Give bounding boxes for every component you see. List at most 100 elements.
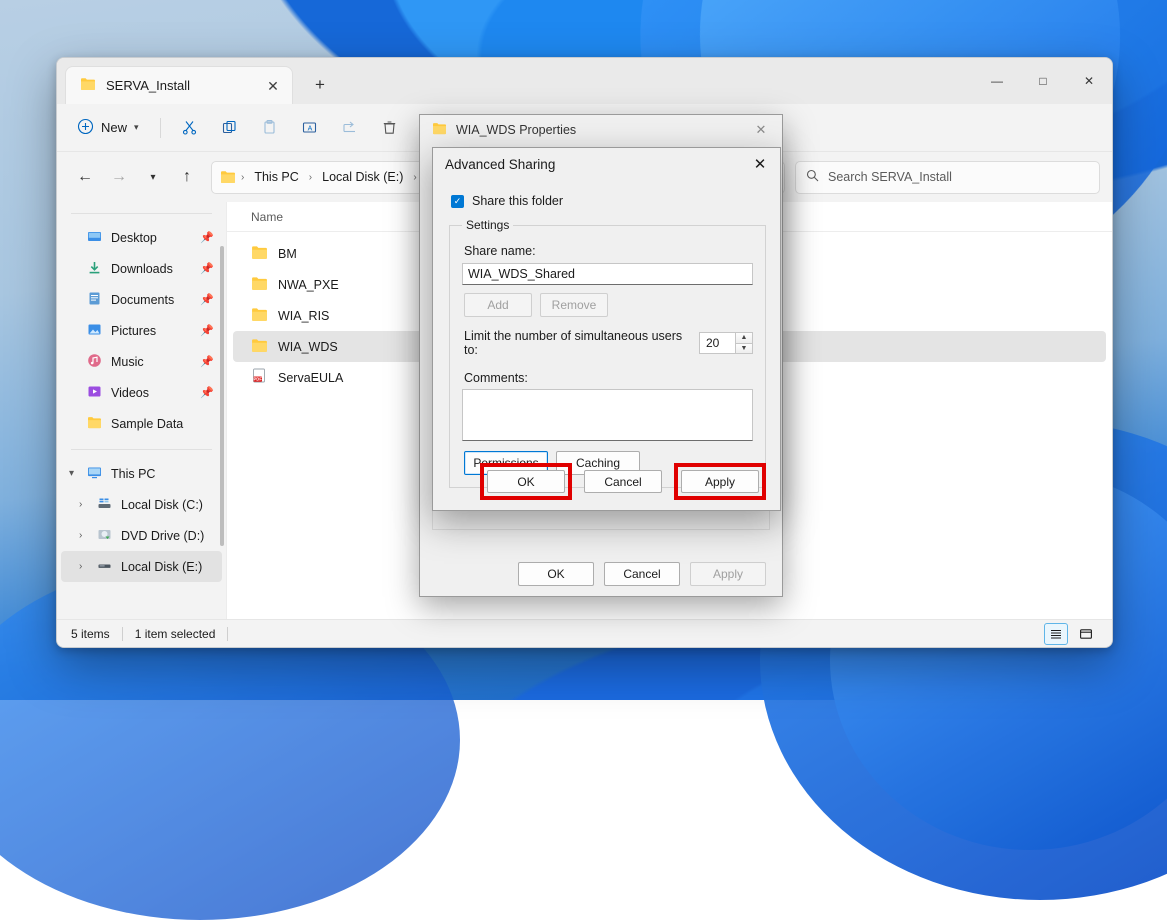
breadcrumb-separator: › <box>413 171 417 183</box>
share-this-folder-row[interactable]: ✓ Share this folder <box>451 194 766 208</box>
chevron-right-icon[interactable]: › <box>79 561 82 572</box>
sidebar-item-documents[interactable]: Documents 📌 <box>61 284 222 315</box>
tab-serva-install[interactable]: SERVA_Install ✕ <box>65 66 293 104</box>
close-icon[interactable]: ✕ <box>742 149 778 179</box>
sidebar-item-dvd-drive-d[interactable]: › DVD Drive (D:) <box>61 520 222 551</box>
advanced-sharing-cancel-button[interactable]: Cancel <box>584 470 662 493</box>
sidebar-item-videos[interactable]: Videos 📌 <box>61 377 222 408</box>
minimize-icon[interactable]: — <box>974 58 1020 104</box>
cut-icon[interactable] <box>171 112 209 144</box>
details-view-icon[interactable] <box>1074 623 1098 645</box>
sidebar-item-desktop[interactable]: Desktop 📌 <box>61 222 222 253</box>
status-bar: 5 items 1 item selected <box>57 619 1112 647</box>
divider <box>227 626 229 641</box>
search-input[interactable]: Search SERVA_Install <box>795 160 1100 194</box>
paste-icon[interactable] <box>251 112 289 144</box>
pin-icon[interactable]: 📌 <box>200 355 214 368</box>
sidebar-item-sample-data[interactable]: Sample Data <box>61 408 222 439</box>
sidebar-item-this-pc[interactable]: ▾ This PC <box>61 458 222 489</box>
sidebar-item-local-disk-c[interactable]: › Local Disk (C:) <box>61 489 222 520</box>
advanced-sharing-body: ✓ Share this folder Settings Share name:… <box>433 180 780 510</box>
stepper-buttons: ▲ ▼ <box>735 332 753 354</box>
limit-users-row: Limit the number of simultaneous users t… <box>464 329 753 357</box>
share-name-input[interactable]: WIA_WDS_Shared <box>462 263 753 285</box>
forward-button[interactable]: → <box>103 161 135 193</box>
properties-dialog-buttons: OK Cancel Apply <box>420 562 782 586</box>
documents-icon <box>87 291 102 309</box>
folder-icon <box>251 245 268 263</box>
sidebar-item-label: Documents <box>111 292 175 307</box>
plus-circle-icon <box>77 118 94 138</box>
caret-down-icon[interactable]: ▼ <box>735 342 753 354</box>
pin-icon[interactable]: 📌 <box>200 293 214 306</box>
sidebar-scrollbar[interactable] <box>220 246 224 546</box>
comments-textarea[interactable] <box>462 389 753 441</box>
pin-icon[interactable]: 📌 <box>200 386 214 399</box>
folder-icon <box>251 338 268 356</box>
back-button[interactable]: ← <box>69 161 101 193</box>
copy-icon[interactable] <box>211 112 249 144</box>
limit-users-stepper[interactable]: 20 ▲ ▼ <box>699 332 753 354</box>
close-icon[interactable]: ✕ <box>260 73 286 99</box>
up-button[interactable]: ↑ <box>171 161 203 193</box>
folder-icon <box>251 276 268 294</box>
list-view-icon[interactable] <box>1044 622 1068 645</box>
recent-locations-button[interactable]: ▾ <box>137 161 169 193</box>
close-icon[interactable]: ✕ <box>1066 58 1112 104</box>
divider <box>121 626 123 641</box>
svg-text:A: A <box>307 126 312 133</box>
dvd-drive-icon <box>97 527 112 545</box>
pin-icon[interactable]: 📌 <box>200 324 214 337</box>
search-placeholder: Search SERVA_Install <box>828 170 952 184</box>
chevron-down-icon[interactable]: ▾ <box>69 468 74 479</box>
close-icon[interactable]: ✕ <box>744 116 778 143</box>
limit-users-value[interactable]: 20 <box>699 332 735 354</box>
new-button-label: New <box>101 120 128 135</box>
chevron-down-icon[interactable]: ▾ <box>134 122 139 133</box>
drive-icon <box>97 496 112 514</box>
sidebar-item-music[interactable]: Music 📌 <box>61 346 222 377</box>
advanced-sharing-titlebar: Advanced Sharing ✕ <box>433 148 780 180</box>
new-button[interactable]: New ▾ <box>69 112 150 144</box>
sidebar-item-label: Videos <box>111 385 149 400</box>
divider <box>71 449 212 450</box>
chevron-right-icon[interactable]: › <box>79 499 82 510</box>
comments-label: Comments: <box>464 371 528 385</box>
file-name-label: ServaEULA <box>278 370 344 385</box>
folder-icon <box>251 307 268 325</box>
drive-icon <box>97 558 112 576</box>
sidebar-item-downloads[interactable]: Downloads 📌 <box>61 253 222 284</box>
delete-icon[interactable] <box>371 112 409 144</box>
pin-icon[interactable]: 📌 <box>200 262 214 275</box>
share-icon[interactable] <box>331 112 369 144</box>
breadcrumb-local-disk-e[interactable]: Local Disk (E:) <box>317 168 408 186</box>
item-count-label: 5 items <box>71 626 110 641</box>
advanced-sharing-apply-button[interactable]: Apply <box>681 470 759 493</box>
chevron-right-icon[interactable]: › <box>79 530 82 541</box>
downloads-icon <box>87 260 102 278</box>
view-toggles <box>1044 622 1098 645</box>
properties-ok-button[interactable]: OK <box>518 562 594 586</box>
properties-dialog-title: WIA_WDS Properties <box>456 122 577 137</box>
maximize-icon[interactable]: □ <box>1020 58 1066 104</box>
breadcrumb-separator: › <box>308 171 313 183</box>
advanced-sharing-ok-button[interactable]: OK <box>487 470 565 493</box>
breadcrumb-this-pc[interactable]: This PC <box>249 168 303 186</box>
ok-highlight-annotation: OK <box>480 463 572 500</box>
sidebar-item-label: Music <box>111 354 144 369</box>
caret-up-icon[interactable]: ▲ <box>735 332 753 343</box>
limit-users-label: Limit the number of simultaneous users t… <box>464 329 683 357</box>
pin-icon[interactable]: 📌 <box>200 231 214 244</box>
share-this-folder-checkbox[interactable]: ✓ <box>451 194 464 208</box>
pictures-icon <box>87 322 102 340</box>
sidebar-item-pictures[interactable]: Pictures 📌 <box>61 315 222 346</box>
properties-cancel-button[interactable]: Cancel <box>604 562 680 586</box>
share-name-actions: Add Remove <box>464 293 753 317</box>
new-tab-button[interactable]: + <box>303 69 337 101</box>
share-this-folder-label: Share this folder <box>472 194 564 208</box>
properties-apply-button: Apply <box>690 562 766 586</box>
sidebar-item-local-disk-e[interactable]: › Local Disk (E:) <box>61 551 222 582</box>
sidebar-item-label: This PC <box>111 466 156 481</box>
rename-icon[interactable]: A <box>291 112 329 144</box>
breadcrumb-separator: › <box>241 171 245 183</box>
